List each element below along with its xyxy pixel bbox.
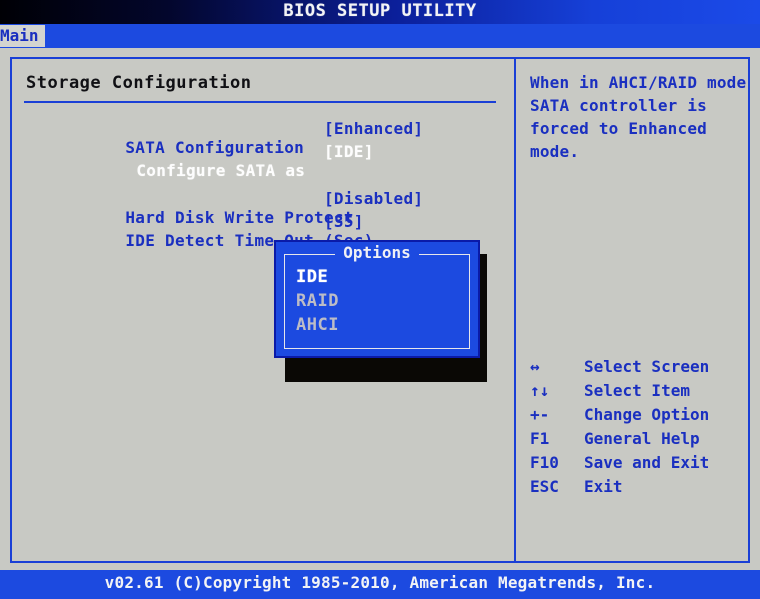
setting-value[interactable]: [IDE]	[324, 142, 374, 161]
help-pane: When in AHCI/RAID mode SATA controller i…	[516, 59, 748, 561]
legend-label: Exit	[584, 477, 623, 496]
settings-list: SATA Configuration [Enhanced] Configure …	[22, 119, 498, 250]
legend-row-select-item: ↑↓ Select Item	[522, 381, 748, 405]
legend-row-save-and-exit: F10 Save and Exit	[522, 453, 748, 477]
key-legend: ↔ Select Screen ↑↓ Select Item +- Change…	[522, 357, 748, 501]
up-down-arrow-icon: ↑↓	[530, 381, 550, 400]
setting-row-ide-detect-time-out[interactable]: IDE Detect Time Out (Sec) [35]	[26, 212, 498, 250]
help-text-line: SATA controller is	[530, 96, 707, 115]
legend-row-select-screen: ↔ Select Screen	[522, 357, 748, 381]
options-list: IDE RAID AHCI	[296, 267, 339, 339]
menu-bar-spacer	[0, 48, 760, 56]
help-text-line: mode.	[530, 142, 580, 161]
options-dialog-title: Options	[276, 243, 478, 262]
tab-main[interactable]: Main	[0, 25, 45, 47]
option-item-ahci[interactable]: AHCI	[296, 315, 339, 339]
legend-label: Change Option	[584, 405, 710, 424]
setting-value[interactable]: [Enhanced]	[324, 119, 423, 138]
esc-key-icon: ESC	[530, 477, 559, 496]
option-item-ide[interactable]: IDE	[296, 267, 339, 291]
menu-bar: Main	[0, 24, 760, 48]
legend-row-change-option: +- Change Option	[522, 405, 748, 429]
copyright-text: v02.61 (C)Copyright 1985-2010, American …	[104, 573, 656, 592]
setting-label: Configure SATA as	[136, 161, 306, 180]
help-text-line: When in AHCI/RAID mode	[530, 73, 747, 92]
f1-key-icon: F1	[530, 429, 550, 448]
section-rule	[24, 101, 496, 103]
setting-value[interactable]: [35]	[324, 212, 364, 231]
legend-label: Save and Exit	[584, 453, 710, 472]
legend-row-exit: ESC Exit	[522, 477, 748, 501]
bios-setup-screen: BIOS SETUP UTILITY Main Storage Configur…	[0, 0, 760, 599]
legend-label: General Help	[584, 429, 700, 448]
page-title: BIOS SETUP UTILITY	[283, 1, 477, 21]
plus-minus-icon: +-	[530, 405, 550, 424]
legend-label: Select Item	[584, 381, 690, 400]
title-bar: BIOS SETUP UTILITY	[0, 0, 760, 24]
left-right-arrow-icon: ↔	[530, 357, 540, 376]
setting-value[interactable]: [Disabled]	[324, 189, 423, 208]
setting-row-sata-configuration[interactable]: SATA Configuration [Enhanced]	[26, 119, 498, 157]
f10-key-icon: F10	[530, 453, 559, 472]
option-item-raid[interactable]: RAID	[296, 291, 339, 315]
section-title: Storage Configuration	[26, 73, 252, 93]
status-bar: v02.61 (C)Copyright 1985-2010, American …	[0, 570, 760, 599]
options-dialog-title-text: Options	[335, 243, 419, 262]
setting-row-configure-sata-as[interactable]: Configure SATA as [IDE]	[26, 142, 498, 180]
options-dialog[interactable]: Options IDE RAID AHCI	[274, 240, 480, 358]
help-text-line: forced to Enhanced	[530, 119, 707, 138]
legend-row-general-help: F1 General Help	[522, 429, 748, 453]
setting-row-hard-disk-write-protect[interactable]: Hard Disk Write Protect [Disabled]	[26, 189, 498, 227]
legend-label: Select Screen	[584, 357, 710, 376]
